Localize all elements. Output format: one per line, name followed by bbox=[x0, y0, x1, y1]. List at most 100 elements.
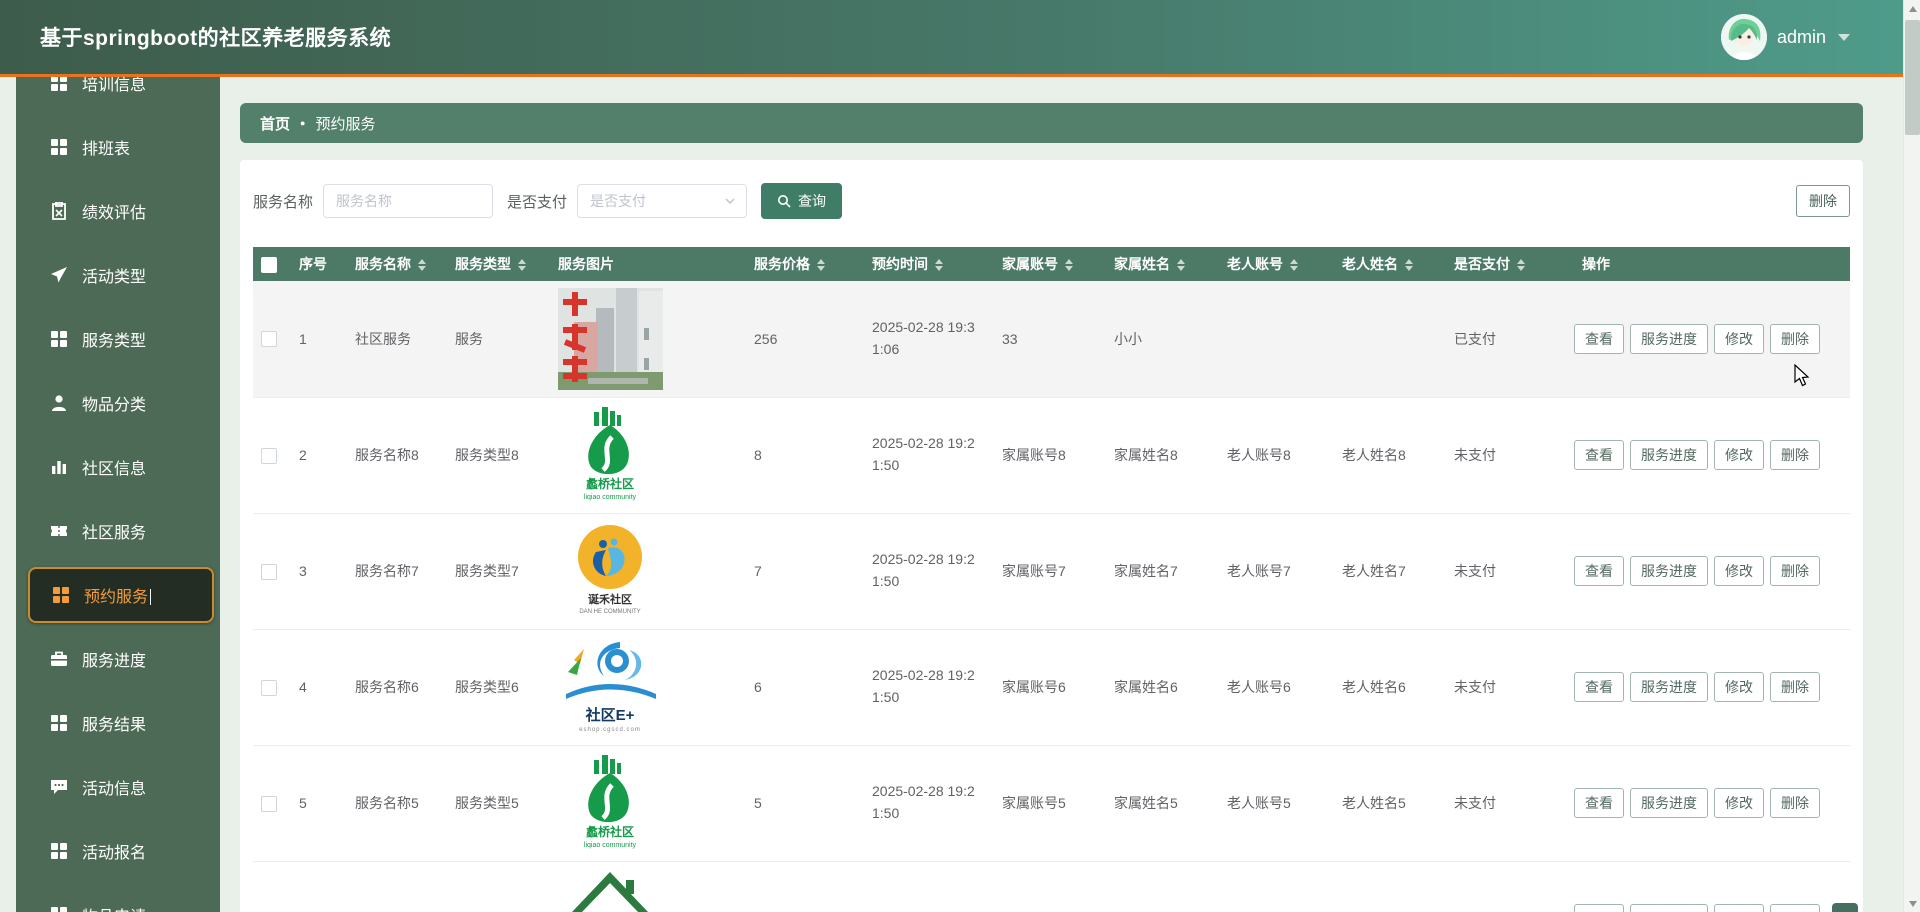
sidebar-item-3[interactable]: 绩效评估 bbox=[16, 179, 220, 243]
row-checkbox[interactable] bbox=[261, 448, 277, 464]
sort-caret-icon[interactable] bbox=[1517, 259, 1525, 271]
row-action-4-button[interactable]: 删除 bbox=[1770, 556, 1820, 586]
briefcase-icon bbox=[50, 650, 68, 668]
column-header-10[interactable]: 老人姓名 bbox=[1334, 247, 1446, 281]
sidebar-item-14[interactable]: 物品申请 bbox=[16, 883, 220, 912]
row-action-3-button[interactable]: 修改 bbox=[1714, 672, 1764, 702]
sidebar-item-label: 培训信息 bbox=[82, 77, 146, 95]
row-action-3-button[interactable]: 修改 bbox=[1714, 556, 1764, 586]
row-action-2-button[interactable]: 服务进度 bbox=[1630, 556, 1708, 586]
sort-caret-icon[interactable] bbox=[418, 259, 426, 271]
row-checkbox[interactable] bbox=[261, 564, 277, 580]
cell-actions: 查看服务进度修改删除 bbox=[1544, 861, 1850, 912]
sidebar-item-6[interactable]: 物品分类 bbox=[16, 371, 220, 435]
column-label: 家属姓名 bbox=[1114, 256, 1170, 272]
row-action-1-button[interactable]: 查看 bbox=[1574, 440, 1624, 470]
column-header-5[interactable]: 服务价格 bbox=[746, 247, 864, 281]
row-action-1-button[interactable]: 查看 bbox=[1574, 556, 1624, 586]
sort-caret-icon[interactable] bbox=[1177, 259, 1185, 271]
sort-caret-icon[interactable] bbox=[518, 259, 526, 271]
scrollbar-thumb[interactable] bbox=[1905, 20, 1920, 135]
table-row: 5服务名称5服务类型5蠡桥社区liqiao community52025-02-… bbox=[253, 745, 1850, 861]
row-checkbox[interactable] bbox=[261, 331, 277, 347]
column-header-9[interactable]: 老人账号 bbox=[1219, 247, 1334, 281]
sidebar-item-4[interactable]: 活动类型 bbox=[16, 243, 220, 307]
row-action-3-button[interactable]: 修改 bbox=[1714, 788, 1764, 818]
service-name-input[interactable] bbox=[323, 184, 493, 218]
row-action-2-button[interactable]: 服务进度 bbox=[1630, 440, 1708, 470]
row-checkbox[interactable] bbox=[261, 796, 277, 812]
row-action-2-button[interactable]: 服务进度 bbox=[1630, 672, 1708, 702]
row-action-4-button[interactable]: 删除 bbox=[1770, 904, 1820, 912]
sidebar-item-7[interactable]: 社区信息 bbox=[16, 435, 220, 499]
column-header-8[interactable]: 家属姓名 bbox=[1106, 247, 1219, 281]
chat-icon bbox=[50, 778, 68, 796]
cell-elder-name: 老人姓名8 bbox=[1334, 397, 1446, 513]
page-scrollbar[interactable] bbox=[1903, 0, 1920, 912]
sort-caret-icon[interactable] bbox=[935, 259, 943, 271]
row-action-3-button[interactable]: 修改 bbox=[1714, 904, 1764, 912]
sidebar-item-8[interactable]: 社区服务 bbox=[16, 499, 220, 563]
column-header-3[interactable]: 服务类型 bbox=[447, 247, 550, 281]
row-checkbox[interactable] bbox=[261, 680, 277, 696]
grid-icon bbox=[50, 842, 68, 860]
scrollbar-down-arrow[interactable] bbox=[1904, 895, 1920, 912]
row-action-3-button[interactable]: 修改 bbox=[1714, 440, 1764, 470]
cell-family-account: 家属账号8 bbox=[994, 397, 1106, 513]
cell-price: 6 bbox=[746, 629, 864, 745]
column-label: 老人账号 bbox=[1227, 256, 1283, 272]
sidebar-item-11[interactable]: 服务结果 bbox=[16, 691, 220, 755]
row-action-1-button[interactable]: 查看 bbox=[1574, 672, 1624, 702]
sort-caret-icon[interactable] bbox=[817, 259, 825, 271]
row-action-1-button[interactable]: 查看 bbox=[1574, 324, 1624, 354]
row-action-4-button[interactable]: 删除 bbox=[1770, 672, 1820, 702]
column-header-2[interactable]: 服务名称 bbox=[347, 247, 447, 281]
search-button[interactable]: 查询 bbox=[761, 183, 842, 219]
row-action-2-button[interactable]: 服务进度 bbox=[1630, 324, 1708, 354]
column-header-11[interactable]: 是否支付 bbox=[1446, 247, 1544, 281]
pay-status-select[interactable]: 是否支付 bbox=[577, 184, 747, 218]
sidebar-item-1[interactable]: 培训信息 bbox=[16, 77, 220, 115]
sidebar-item-9[interactable]: 预约服务 bbox=[28, 567, 214, 623]
breadcrumb-home[interactable]: 首页 bbox=[260, 113, 290, 134]
row-action-2-button[interactable]: 服务进度 bbox=[1630, 904, 1708, 912]
row-action-1-button[interactable]: 查看 bbox=[1574, 788, 1624, 818]
row-action-4-button[interactable]: 删除 bbox=[1770, 324, 1820, 354]
sort-caret-icon[interactable] bbox=[1405, 259, 1413, 271]
sidebar-item-13[interactable]: 活动报名 bbox=[16, 819, 220, 883]
cell-elder-account: 老人账号5 bbox=[1219, 745, 1334, 861]
clipboard-icon bbox=[50, 202, 68, 220]
sort-caret-icon[interactable] bbox=[1065, 259, 1073, 271]
search-toolbar: 服务名称 是否支付 是否支付 查询 删除 bbox=[253, 183, 1850, 219]
sidebar-item-12[interactable]: 活动信息 bbox=[16, 755, 220, 819]
cell-service-type: 服务类型7 bbox=[447, 513, 550, 629]
row-action-1-button[interactable]: 查看 bbox=[1574, 904, 1624, 912]
column-header-7[interactable]: 家属账号 bbox=[994, 247, 1106, 281]
cell-time: 2025-02-28 19:21:50 bbox=[864, 397, 994, 513]
row-action-4-button[interactable]: 删除 bbox=[1770, 788, 1820, 818]
breadcrumb-separator: ● bbox=[300, 119, 305, 128]
sidebar-item-5[interactable]: 服务类型 bbox=[16, 307, 220, 371]
cell-service-name: 服务名称8 bbox=[347, 397, 447, 513]
column-header-6[interactable]: 预约时间 bbox=[864, 247, 994, 281]
batch-delete-button[interactable]: 删除 bbox=[1796, 185, 1850, 217]
sidebar-item-2[interactable]: 排班表 bbox=[16, 115, 220, 179]
row-action-2-button[interactable]: 服务进度 bbox=[1630, 788, 1708, 818]
sort-caret-icon[interactable] bbox=[1290, 259, 1298, 271]
services-table: 序号服务名称服务类型服务图片服务价格预约时间家属账号家属姓名老人账号老人姓名是否… bbox=[253, 247, 1850, 912]
scrollbar-up-arrow[interactable] bbox=[1904, 0, 1920, 17]
avatar[interactable] bbox=[1721, 14, 1767, 60]
sidebar-item-10[interactable]: 服务进度 bbox=[16, 627, 220, 691]
svg-text:蠡桥社区: 蠡桥社区 bbox=[586, 824, 634, 839]
row-action-3-button[interactable]: 修改 bbox=[1714, 324, 1764, 354]
cell-pay-status: 未支付 bbox=[1446, 629, 1544, 745]
cell-actions: 查看服务进度修改删除 bbox=[1544, 397, 1850, 513]
row-action-4-button[interactable]: 删除 bbox=[1770, 440, 1820, 470]
user-menu[interactable]: admin bbox=[1721, 14, 1850, 60]
back-to-top-button[interactable] bbox=[1832, 903, 1858, 912]
cell-service-type: 服务类型6 bbox=[447, 629, 550, 745]
column-label: 操作 bbox=[1582, 256, 1610, 272]
select-all-checkbox[interactable] bbox=[261, 257, 277, 273]
cell-price bbox=[746, 861, 864, 912]
cell-seq: 5 bbox=[291, 745, 347, 861]
